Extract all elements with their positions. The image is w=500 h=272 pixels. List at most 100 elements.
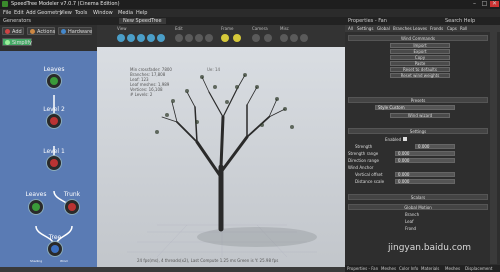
distance-scale-field[interactable]: 0.000 <box>395 179 455 184</box>
edit-icon[interactable] <box>195 34 203 42</box>
section-global-motion[interactable]: Global Motion <box>348 204 488 210</box>
direction-range-field[interactable]: 0.000 <box>395 158 455 163</box>
properties-tabs: All Settings Global Branches Leaves Fron… <box>345 25 500 32</box>
properties-scrollbar[interactable] <box>490 32 497 264</box>
tab-caps[interactable]: Caps <box>447 26 457 31</box>
add-button[interactable]: Add <box>2 27 24 35</box>
simplify-label: Simplify <box>12 40 33 46</box>
edit-icon[interactable] <box>205 34 213 42</box>
strength-field[interactable]: 0.000 <box>415 144 455 149</box>
branch-icon <box>50 159 58 167</box>
camera-icon[interactable] <box>252 34 260 42</box>
maximize-button[interactable]: □ <box>480 1 489 7</box>
view-icon[interactable] <box>127 34 135 42</box>
wind-wizard-button[interactable]: Wind wizard <box>390 113 450 118</box>
node-label-trunk: Trunk <box>63 191 81 198</box>
tab-all[interactable]: All <box>348 26 353 31</box>
minimize-button[interactable]: – <box>470 1 479 7</box>
misc-icon[interactable] <box>280 34 288 42</box>
node-leaves-top[interactable] <box>46 73 62 89</box>
frame-icon[interactable] <box>233 34 241 42</box>
menu-help[interactable]: Help <box>136 10 147 16</box>
branch-icon <box>50 117 58 125</box>
tab-fronds[interactable]: Fronds <box>430 26 443 31</box>
row-label: Wind Anchor <box>348 165 374 170</box>
preset-select[interactable]: Style Custom <box>375 105 455 110</box>
toolbar-group-view: View <box>117 26 167 46</box>
actions-label: Actions <box>37 29 56 35</box>
row-label: Strength range <box>348 151 379 156</box>
toolbar-group-edit: Edit <box>175 26 217 46</box>
vertical-offset-field[interactable]: 0.000 <box>395 172 455 177</box>
tab-branches[interactable]: Branches <box>393 26 412 31</box>
tree-icon <box>51 245 59 253</box>
section-presets[interactable]: Presets <box>348 97 488 103</box>
toolbar-label-camera: Camera <box>252 26 268 31</box>
node-leaves-left[interactable] <box>28 199 44 215</box>
tab-global[interactable]: Global <box>377 26 390 31</box>
menu-view[interactable]: View <box>60 10 72 16</box>
menu-file[interactable]: File <box>3 10 11 16</box>
tab-settings[interactable]: Settings <box>357 26 373 31</box>
tab-leaves[interactable]: Leaves <box>413 26 427 31</box>
copy-button[interactable]: Copy <box>390 55 450 60</box>
leaf-icon <box>50 77 58 85</box>
menu-add-geometry[interactable]: Add Geometry <box>26 10 62 16</box>
search-help-tab[interactable]: Search Help <box>445 18 475 24</box>
generators-title: Generators <box>3 18 31 24</box>
edit-icon[interactable] <box>175 34 183 42</box>
node-label-level2: Level 2 <box>43 106 65 113</box>
hardware-button[interactable]: Hardware <box>58 27 92 35</box>
row-label: Distance scale <box>355 179 385 184</box>
section-wind-commands[interactable]: Wind Commands <box>348 35 488 41</box>
tab-roll[interactable]: Roll <box>460 26 467 31</box>
view-icon[interactable] <box>147 34 155 42</box>
properties-header: Properties - Fan Search Help <box>345 17 500 25</box>
menu-tools[interactable]: Tools <box>75 10 87 16</box>
actions-icon <box>30 29 35 34</box>
tab-new-speedtree[interactable]: New SpeedTree <box>119 18 166 24</box>
menu-bar: File Edit Add Geometry View Tools Window… <box>0 9 500 17</box>
node-trunk[interactable] <box>64 199 80 215</box>
generators-header: Generators <box>0 17 97 25</box>
misc-icon[interactable] <box>290 34 298 42</box>
reset-defaults-button[interactable]: Reset to defaults <box>390 67 450 72</box>
global-row-frond: Frond <box>405 226 417 231</box>
menu-media[interactable]: Media <box>118 10 133 16</box>
view-icon[interactable] <box>117 34 125 42</box>
import-button[interactable]: Import <box>390 43 450 48</box>
hardware-icon <box>61 29 66 34</box>
menu-window[interactable]: Window <box>93 10 113 16</box>
view-icon[interactable] <box>157 34 165 42</box>
frame-icon[interactable] <box>221 34 229 42</box>
view-icon[interactable] <box>137 34 145 42</box>
viewport-tabbar: New SpeedTree <box>97 17 345 25</box>
properties-panel: Properties - Fan Search Help All Setting… <box>345 17 500 272</box>
section-settings[interactable]: Settings <box>348 128 488 134</box>
title-bar: SpeedTree Modeler v7.0.7 (Cinema Edition… <box>0 0 500 9</box>
strength-range-field[interactable]: 0.000 <box>395 151 455 156</box>
edit-icon[interactable] <box>185 34 193 42</box>
viewport-toolbar: View Edit Frame Camera Misc <box>97 25 345 47</box>
toolbar-group-misc: Misc <box>280 26 316 46</box>
misc-icon[interactable] <box>300 34 308 42</box>
node-level2[interactable] <box>46 113 62 129</box>
node-level1[interactable] <box>46 155 62 171</box>
export-button[interactable]: Export <box>390 49 450 54</box>
trunk-icon <box>68 203 76 211</box>
viewport-panel: New SpeedTree View Edit Frame Camera Mis… <box>97 17 345 267</box>
enabled-checkbox[interactable] <box>403 137 407 141</box>
simplify-button[interactable]: Simplify <box>2 38 32 46</box>
menu-edit[interactable]: Edit <box>14 10 24 16</box>
paste-button[interactable]: Paste <box>390 61 450 66</box>
3d-scene[interactable]: Min crossfader: 7800 Branches: 17,808 Le… <box>97 47 345 267</box>
actions-button[interactable]: Actions <box>27 27 55 35</box>
toolbar-label-view: View <box>117 26 127 31</box>
close-button[interactable]: ✕ <box>490 1 499 7</box>
section-scalars[interactable]: Scalars <box>348 194 488 200</box>
node-tree[interactable] <box>47 241 63 257</box>
node-port-left: Shading <box>30 259 43 263</box>
add-label: Add <box>12 29 22 35</box>
reset-wind-weights-button[interactable]: Reset wind weights <box>390 73 450 78</box>
camera-icon[interactable] <box>264 34 272 42</box>
